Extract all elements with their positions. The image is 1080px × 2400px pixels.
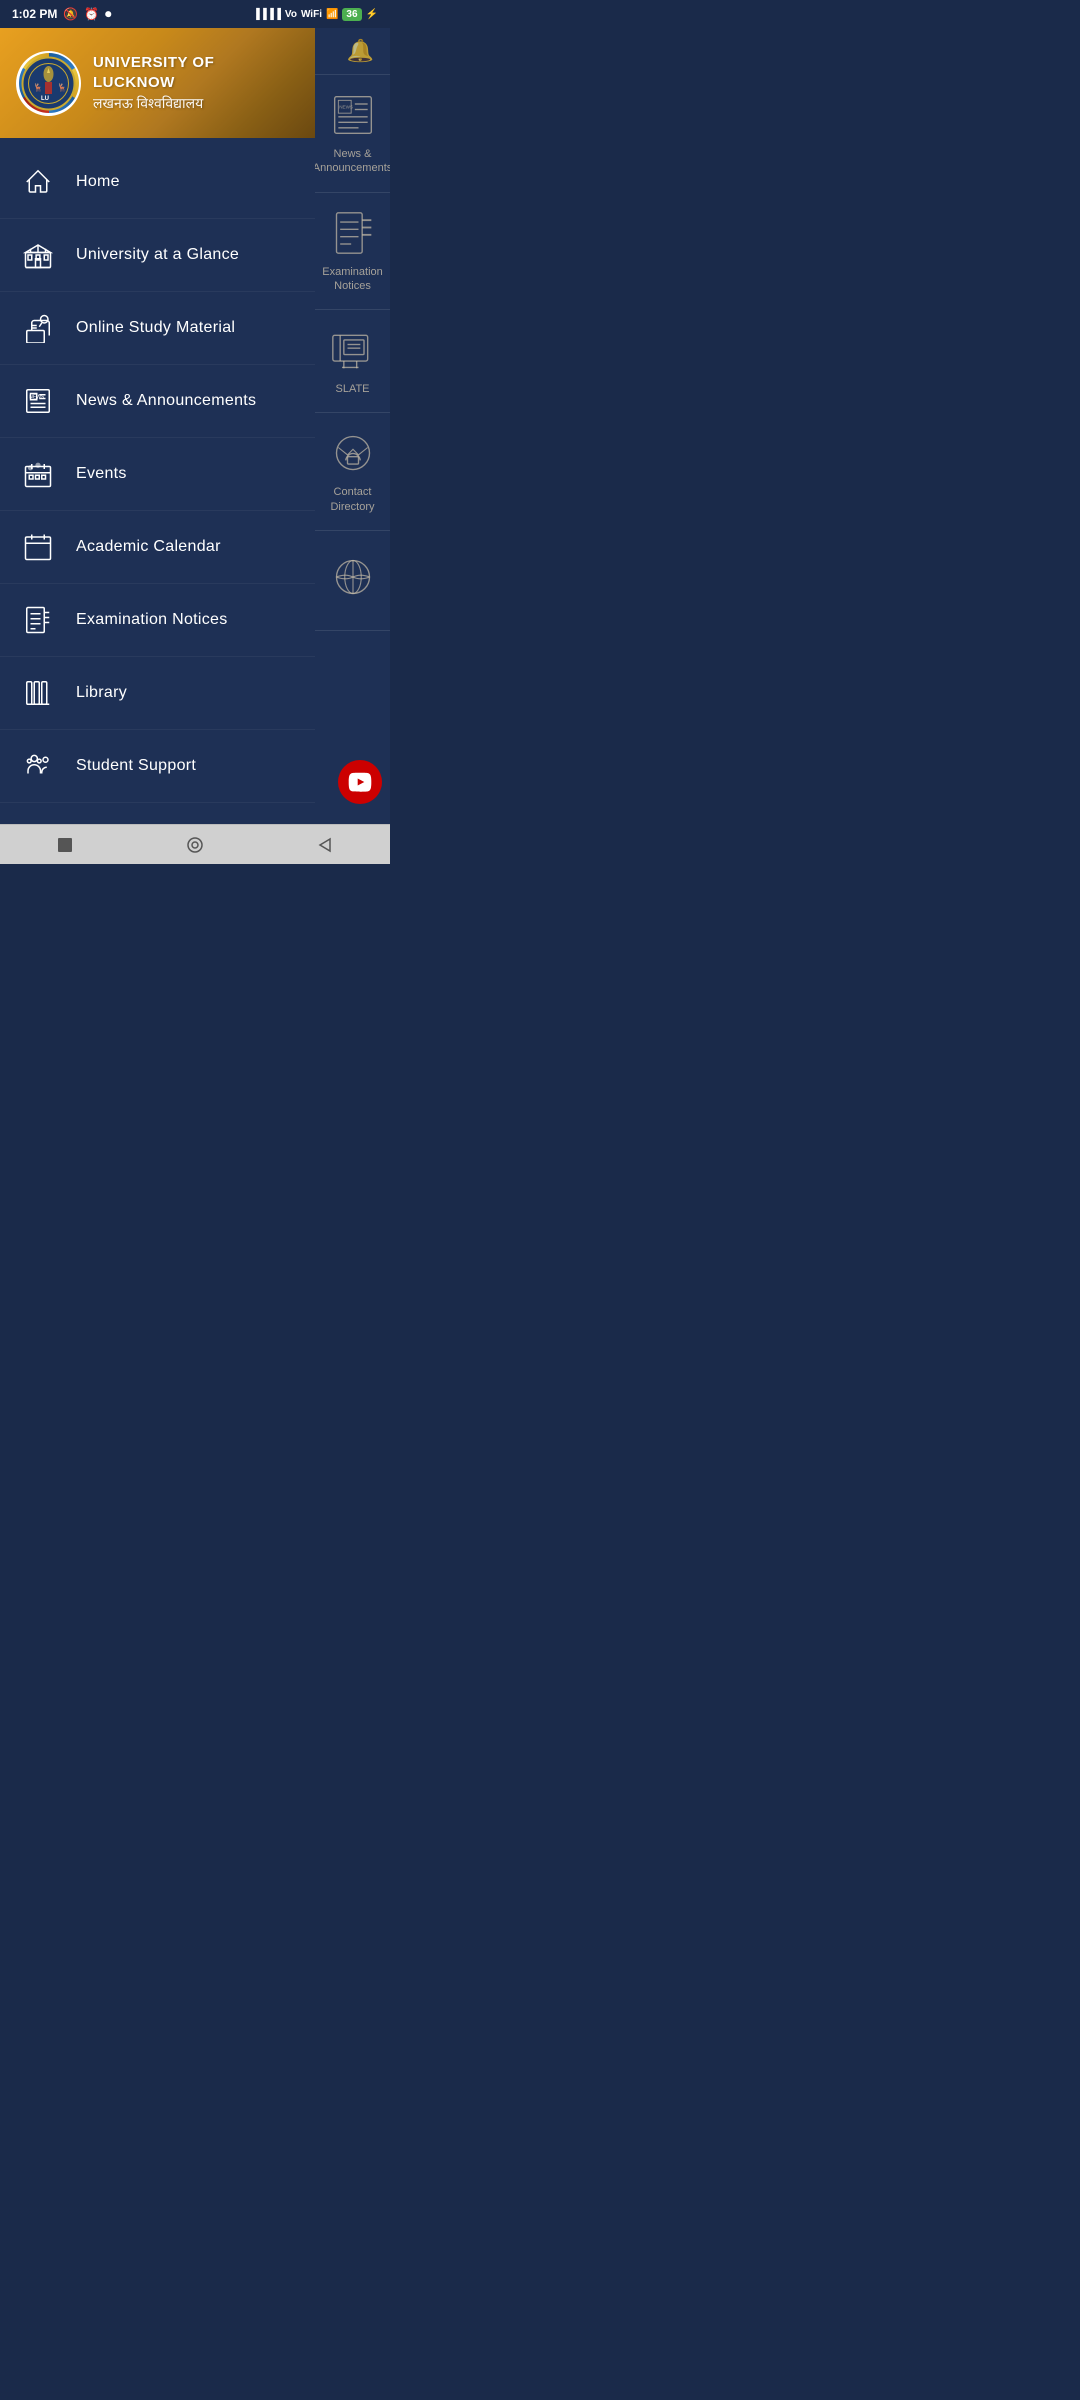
charging-icon: ⚡: [366, 9, 378, 20]
sidebar-item-university-label: University at a Glance: [76, 246, 239, 264]
sidebar-item-library-label: Library: [76, 684, 127, 702]
tile-news-icon: NEWS: [329, 91, 377, 139]
sidebar-item-home[interactable]: Home: [0, 146, 315, 219]
bell-icon[interactable]: 🔔: [347, 38, 374, 64]
university-icon: [20, 237, 56, 273]
sidebar-item-events-label: Events: [76, 465, 127, 483]
drawer-menu: 🦌 🦌 LU UNIVERSITY OF LUCKNOW लखनऊ विश्वव…: [0, 28, 315, 824]
sidebar-item-exam-label: Examination Notices: [76, 611, 228, 629]
drawer-header: 🦌 🦌 LU UNIVERSITY OF LUCKNOW लखनऊ विश्वव…: [0, 28, 315, 138]
tile-globe-icon: [329, 553, 377, 601]
time-display: 1:02 PM: [12, 7, 57, 21]
wifi-label: WiFi: [301, 9, 322, 20]
wifi-icon: 📶: [326, 9, 338, 20]
status-bar: 1:02 PM 🔕 ⏰ ⏺ ▐▐▐▐ Vo WiFi 📶 36 ⚡: [0, 0, 390, 28]
nav-back-button[interactable]: [300, 830, 350, 860]
tile-exam-icon: [329, 209, 377, 257]
tile-examination[interactable]: ExaminationNotices: [315, 193, 390, 311]
sidebar-item-news-label: News & Announcements: [76, 392, 256, 410]
status-right: ▐▐▐▐ Vo WiFi 📶 36 ⚡: [253, 8, 378, 21]
signal-icon: ▐▐▐▐: [253, 9, 281, 20]
sidebar-item-home-label: Home: [76, 173, 120, 191]
svg-text:LU: LU: [41, 96, 49, 102]
support-icon: [20, 748, 56, 784]
nav-list: Home: [0, 138, 315, 824]
tile-globe[interactable]: [315, 531, 390, 631]
study-icon: [20, 310, 56, 346]
slate-icon: [20, 821, 56, 824]
youtube-fab[interactable]: [338, 760, 382, 804]
sidebar-item-online-study[interactable]: Online Study Material: [0, 292, 315, 365]
sidebar-item-student-support[interactable]: Student Support: [0, 730, 315, 803]
tile-news-label: News &Announcements: [315, 147, 390, 176]
nav-square-button[interactable]: [40, 830, 90, 860]
sidebar-item-news[interactable]: NEWS News & Announcements: [0, 365, 315, 438]
bottom-nav: [0, 824, 390, 864]
svg-text:🦌: 🦌: [57, 82, 67, 92]
sidebar-item-study-label: Online Study Material: [76, 319, 235, 337]
svg-text:NEWS: NEWS: [339, 105, 353, 110]
university-logo: 🦌 🦌 LU: [16, 51, 81, 116]
tile-slate-label: SLATE: [335, 382, 369, 396]
tile-contact-icon: [329, 429, 377, 477]
tile-contact-label: ContactDirectory: [330, 485, 374, 514]
university-name-english: UNIVERSITY OF LUCKNOW: [93, 53, 299, 92]
sidebar-item-university-glance[interactable]: University at a Glance: [0, 219, 315, 292]
sidebar-item-slate[interactable]: SLATE: [0, 803, 315, 824]
media-icon: ⏺: [105, 7, 111, 22]
sidebar-item-library[interactable]: Library: [0, 657, 315, 730]
main-container: 🦌 🦌 LU UNIVERSITY OF LUCKNOW लखनऊ विश्वव…: [0, 28, 390, 824]
sidebar-item-examination[interactable]: Examination Notices: [0, 584, 315, 657]
tile-slate-icon: [329, 326, 377, 374]
right-panel: 🔔 NEWS News &Anno: [315, 28, 390, 824]
events-icon: [20, 456, 56, 492]
battery-indicator: 36: [342, 8, 361, 21]
top-bar: 🔔: [315, 28, 390, 75]
mute-icon: 🔕: [63, 7, 78, 21]
sidebar-item-calendar-label: Academic Calendar: [76, 538, 221, 556]
sidebar-item-support-label: Student Support: [76, 757, 196, 775]
vo-label: Vo: [285, 9, 297, 20]
sidebar-item-academic-calendar[interactable]: Academic Calendar: [0, 511, 315, 584]
tiles-container: NEWS News &Announcements: [315, 75, 390, 824]
news-icon: NEWS: [20, 383, 56, 419]
tile-contact[interactable]: ContactDirectory: [315, 413, 390, 531]
status-left: 1:02 PM 🔕 ⏰ ⏺: [12, 7, 111, 22]
exam-icon: [20, 602, 56, 638]
alarm-icon: ⏰: [84, 7, 99, 21]
nav-home-button[interactable]: [170, 830, 220, 860]
university-name-block: UNIVERSITY OF LUCKNOW लखनऊ विश्वविद्यालय: [93, 53, 299, 113]
sidebar-item-events[interactable]: Events: [0, 438, 315, 511]
tile-exam-label: ExaminationNotices: [322, 265, 383, 294]
logo-emblem: 🦌 🦌 LU: [19, 53, 79, 113]
svg-text:🦌: 🦌: [33, 82, 43, 92]
youtube-icon: [348, 770, 372, 794]
university-name-hindi: लखनऊ विश्वविद्यालय: [93, 94, 299, 113]
home-icon: [20, 164, 56, 200]
calendar-icon: [20, 529, 56, 565]
library-icon: [20, 675, 56, 711]
tile-news[interactable]: NEWS News &Announcements: [315, 75, 390, 193]
tile-slate[interactable]: SLATE: [315, 310, 390, 413]
